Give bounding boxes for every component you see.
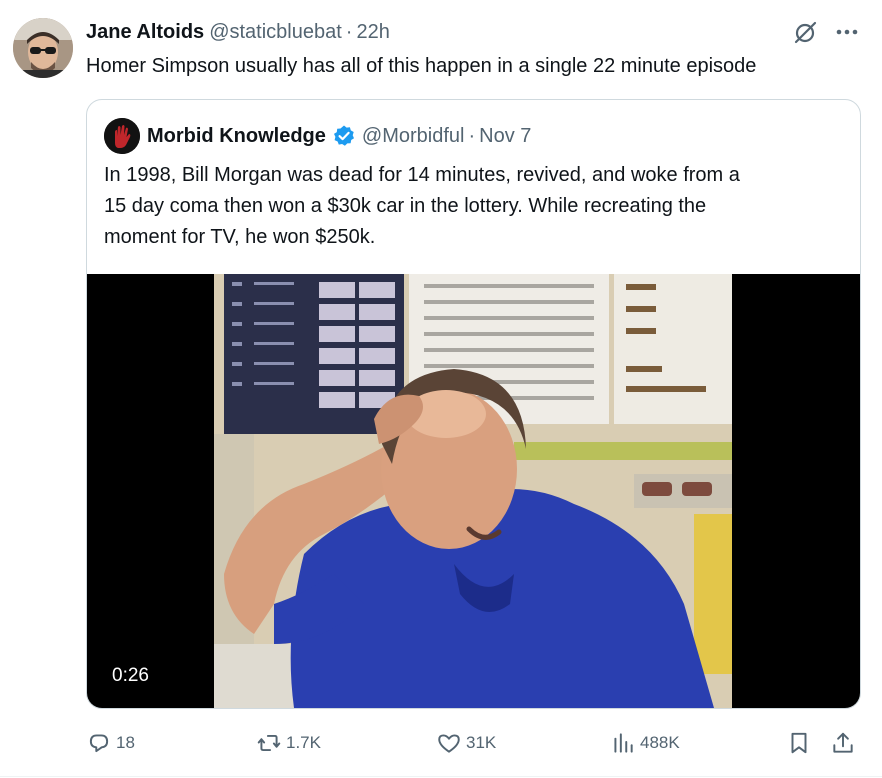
video-player[interactable]: 0:26 [87,274,860,708]
repost-icon [257,734,281,752]
quote-timestamp[interactable]: Nov 7 [479,125,531,148]
tweet-divider [0,776,882,777]
tweet-header: Jane Altoids @staticbluebat · 22h [86,18,390,46]
share-icon [833,732,853,753]
repost-count: 1.7K [286,733,321,752]
reply-icon [89,734,109,753]
bookmark-button[interactable] [786,728,812,758]
quote-text-line: In 1998, Bill Morgan was dead for 14 min… [104,164,740,186]
author-avatar-image [13,18,73,78]
quote-header-separator: · [468,124,476,147]
verified-badge-icon [332,124,356,148]
tweet-action-bar: 18 1.7K 31K 488K [86,728,862,758]
quote-text: In 1998, Bill Morgan was dead for 14 min… [104,160,844,253]
quote-header: Morbid Knowledge @Morbidful · Nov 7 [147,121,531,151]
header-separator: · [345,20,353,43]
tweet-text: Homer Simpson usually has all of this ha… [86,55,757,77]
bookmark-icon [791,732,807,754]
author-handle[interactable]: @staticbluebat [209,21,342,44]
heart-icon [438,734,460,753]
more-options-icon[interactable] [834,22,860,42]
share-button[interactable] [830,728,856,758]
like-button[interactable]: 31K [436,728,496,758]
quote-author-handle[interactable]: @Morbidful [362,125,465,148]
tweet-timestamp[interactable]: 22h [356,21,389,44]
quote-text-line: 15 day coma then won a $30k car in the l… [104,195,707,217]
repost-button[interactable]: 1.7K [256,728,321,758]
views-count: 488K [640,733,680,752]
like-count: 31K [466,733,497,752]
quote-author-name[interactable]: Morbid Knowledge [147,125,326,148]
quoted-tweet[interactable]: Morbid Knowledge @Morbidful · Nov 7 In 1… [86,99,861,709]
author-avatar[interactable] [13,18,73,78]
video-duration-badge: 0:26 [104,660,157,692]
quote-avatar-image [104,118,140,154]
views-chart-icon [614,733,633,753]
quote-author-avatar[interactable] [104,118,140,154]
tweet[interactable]: Jane Altoids @staticbluebat · 22h Homer … [0,0,882,778]
views-button[interactable]: 488K [610,728,680,758]
quote-text-line: moment for TV, he won $250k. [104,226,376,248]
author-name[interactable]: Jane Altoids [86,21,204,44]
reply-button[interactable]: 18 [86,728,135,758]
grok-icon[interactable] [792,20,818,46]
reply-count: 18 [116,733,135,752]
video-frame [214,274,732,708]
